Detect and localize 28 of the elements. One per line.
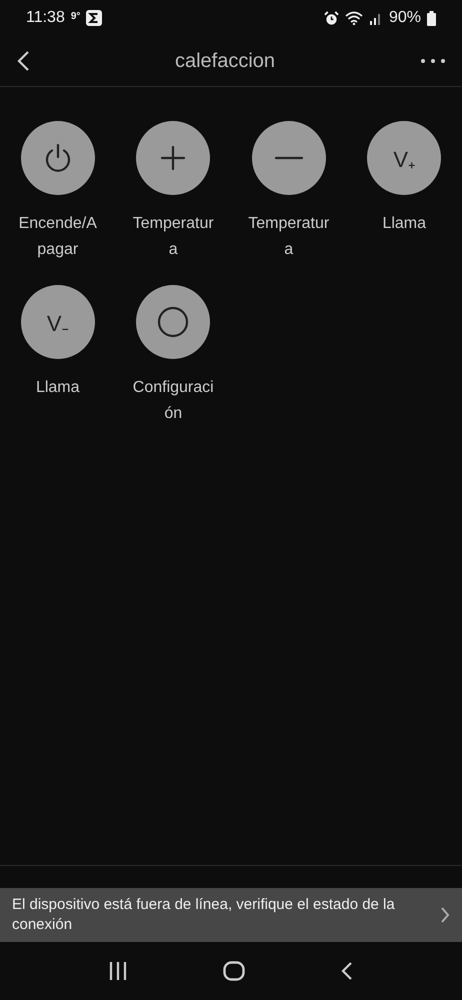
control-label: Llama xyxy=(382,214,426,234)
control-label: Temperatur a xyxy=(248,214,330,260)
control-label: Llama xyxy=(36,378,80,398)
battery-percent: 90% xyxy=(388,9,421,27)
control-button[interactable]: V₋ xyxy=(20,285,95,359)
temperature: 9° xyxy=(70,11,80,22)
control-label: Encende/A pagar xyxy=(18,214,97,260)
battery-icon xyxy=(427,10,436,26)
signal-icon xyxy=(368,11,383,25)
offline-banner[interactable]: El dispositivo está fuera de línea, verifique el estado de la conexión xyxy=(0,888,462,942)
control-button[interactable]: V₊ xyxy=(367,121,442,195)
control-label: Temperatur a xyxy=(132,214,214,260)
recent-apps-icon[interactable] xyxy=(108,962,128,980)
page-title: calefaccion xyxy=(174,50,276,72)
more-icon[interactable] xyxy=(420,58,446,64)
minus-icon xyxy=(274,156,304,160)
plus-icon xyxy=(160,145,186,171)
sigma-icon xyxy=(86,10,102,26)
chevron-right-icon xyxy=(440,906,450,924)
control-label: Configuraci ón xyxy=(132,378,214,424)
clock: 11:38 xyxy=(26,9,65,27)
home-icon[interactable] xyxy=(222,961,245,981)
alarm-icon xyxy=(324,10,339,26)
back-nav-icon[interactable] xyxy=(340,961,354,981)
offline-message: El dispositivo está fuera de línea, verifique el estado de la conexión xyxy=(12,895,396,935)
circle-icon xyxy=(157,306,190,338)
back-icon[interactable] xyxy=(16,50,30,72)
wifi-icon xyxy=(344,11,363,25)
